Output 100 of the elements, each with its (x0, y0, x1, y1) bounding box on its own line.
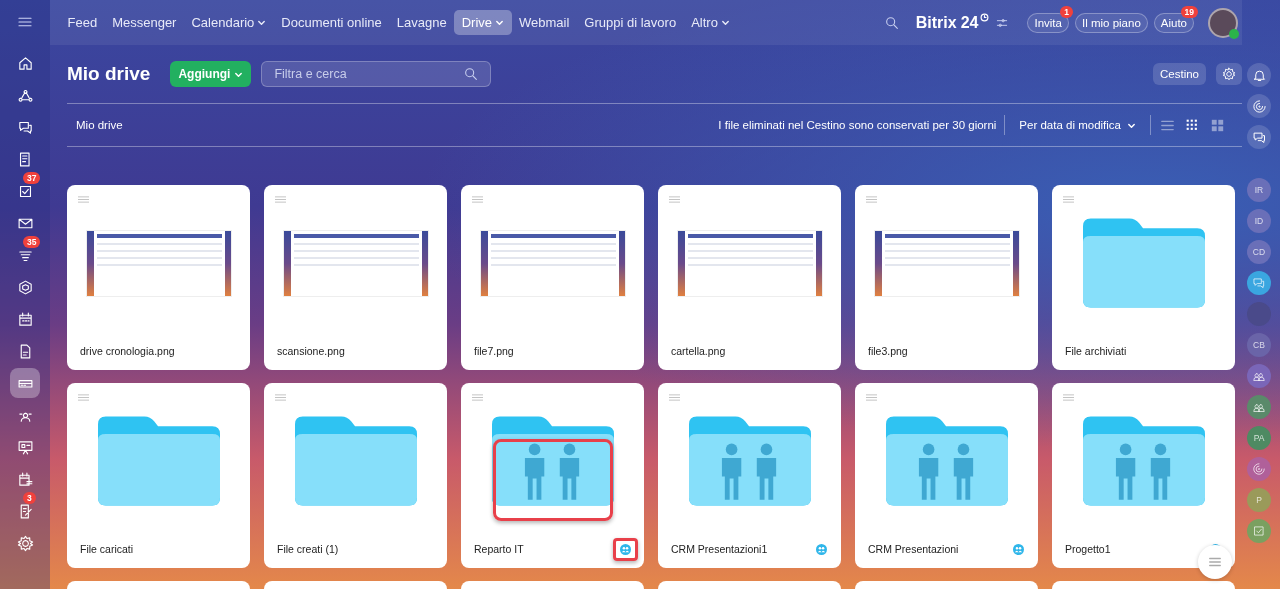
nav-tab[interactable]: Lavagne (389, 10, 455, 35)
counter-badge: 37 (23, 172, 41, 184)
contact-avatar[interactable]: CB (1247, 333, 1271, 357)
drag-handle-icon[interactable] (78, 394, 89, 401)
drag-handle-icon[interactable] (669, 196, 680, 203)
contact-avatar[interactable]: PA (1247, 426, 1271, 450)
file-name: file7.png (474, 345, 515, 357)
user-avatar[interactable] (1208, 7, 1238, 38)
breadcrumb[interactable]: Mio drive (76, 119, 123, 131)
chat-icon (1251, 129, 1267, 145)
header-button[interactable]: Il mio piano (1074, 12, 1148, 33)
page-title: Mio drive (67, 63, 151, 85)
menu-icon (1208, 555, 1222, 569)
drag-handle-icon[interactable] (866, 196, 877, 203)
drag-handle-icon[interactable] (1063, 196, 1074, 203)
list-view-button[interactable] (1159, 118, 1176, 132)
drag-handle-icon[interactable] (275, 196, 286, 203)
nav-tab[interactable]: Messenger (104, 10, 184, 35)
sidebar-button[interactable] (1247, 125, 1271, 149)
drag-handle-icon[interactable] (1063, 394, 1074, 401)
file-card[interactable]: file3.png (855, 185, 1038, 370)
menu-button[interactable] (1198, 545, 1232, 579)
counter-badge: 1 (1060, 5, 1073, 18)
sidebar-item[interactable] (10, 368, 40, 398)
shared-folder-icon (1082, 416, 1205, 506)
file-card[interactable]: drive cronologia.png (67, 185, 250, 370)
search-icon (463, 66, 480, 82)
calendar-icon (16, 310, 34, 328)
folder-icon (1082, 218, 1205, 308)
search-icon[interactable] (883, 14, 900, 31)
file-name: CRM Presentazioni1 (671, 543, 769, 555)
file-name: File caricati (80, 543, 135, 555)
file-card[interactable]: Reparto IT (461, 383, 644, 568)
group-avatar[interactable] (1247, 395, 1271, 419)
drag-handle-icon[interactable] (669, 394, 680, 401)
counter-badge: 35 (23, 236, 41, 248)
file-card[interactable]: File creati (1) (264, 383, 447, 568)
large-grid-view-button[interactable] (1209, 118, 1226, 132)
nav-tab[interactable]: Gruppi di lavoro (576, 10, 684, 35)
file-card[interactable]: file7.png (461, 185, 644, 370)
home-icon (16, 54, 34, 72)
file-name: File creati (1) (277, 543, 340, 555)
settings-icon (16, 534, 34, 552)
file-card[interactable]: CRM Presentazioni1 (658, 383, 841, 568)
settings-icon (1222, 67, 1236, 81)
sidebar-button[interactable] (1247, 94, 1271, 118)
nav-tab[interactable]: Altro (683, 10, 738, 35)
shared-icon (816, 543, 827, 555)
file-name: CRM Presentazioni (868, 543, 960, 555)
chat-avatar[interactable] (1247, 271, 1271, 295)
shared-icon (620, 543, 631, 555)
file-name: cartella.png (671, 345, 727, 357)
folder-icon (294, 416, 417, 506)
file-name: drive cronologia.png (80, 345, 176, 357)
play-icon (1229, 28, 1239, 39)
shared-icon (1013, 543, 1024, 555)
spiral-avatar[interactable] (1247, 457, 1271, 481)
nav-tab[interactable]: Drive (454, 10, 512, 35)
trash-button[interactable]: Cestino (1153, 63, 1206, 85)
contact-avatar[interactable]: ID (1247, 209, 1271, 233)
schedule-icon (16, 470, 34, 488)
nav-tab[interactable]: Documenti online (273, 10, 390, 35)
nav-tab[interactable]: Feed (60, 10, 105, 35)
clock-icon (980, 13, 990, 22)
file-name: scansione.png (277, 345, 346, 357)
hexagon-icon (16, 278, 34, 296)
board-icon (16, 438, 34, 456)
sort-dropdown[interactable]: Per data di modifica (1013, 118, 1142, 132)
file-card[interactable]: File caricati (67, 383, 250, 568)
contact-avatar[interactable]: CD (1247, 240, 1271, 264)
drag-handle-icon[interactable] (472, 394, 483, 401)
file-card[interactable]: Progetto1 (1052, 383, 1235, 568)
nav-tab[interactable]: Calendario (183, 10, 274, 35)
logo: Bitrix 24 (915, 13, 979, 32)
file-card[interactable]: cartella.png (658, 185, 841, 370)
counter-badge: 19 (1180, 5, 1198, 18)
sidebar-button[interactable] (1247, 63, 1271, 87)
drag-handle-icon[interactable] (78, 196, 89, 203)
file-card[interactable]: scansione.png (264, 185, 447, 370)
nav-tab[interactable]: Webmail (511, 10, 577, 35)
drag-handle-icon[interactable] (866, 394, 877, 401)
settings-button[interactable] (1216, 63, 1242, 85)
file-name: Progetto1 (1065, 543, 1112, 555)
trash-notice: I file eliminati nel Cestino sono conservati per 30 giorni (718, 119, 997, 131)
drag-handle-icon[interactable] (472, 196, 483, 203)
file-name: file3.png (868, 345, 909, 357)
folder-icon (97, 416, 220, 506)
bell-icon (1251, 67, 1267, 83)
file-name: File archiviati (1065, 345, 1128, 357)
group-avatar[interactable] (1247, 364, 1271, 388)
spiral-icon (1251, 98, 1267, 114)
shared-folder-icon (885, 416, 1008, 506)
file-card[interactable]: File archiviati (1052, 185, 1235, 370)
file-name: Reparto IT (474, 543, 525, 555)
contact-avatar[interactable]: IR (1247, 178, 1271, 202)
shared-folder-icon (491, 416, 614, 506)
shared-folder-icon (688, 416, 811, 506)
file-card[interactable]: CRM Presentazioni (855, 383, 1038, 568)
counter-badge: 3 (23, 492, 36, 504)
drag-handle-icon[interactable] (275, 394, 286, 401)
